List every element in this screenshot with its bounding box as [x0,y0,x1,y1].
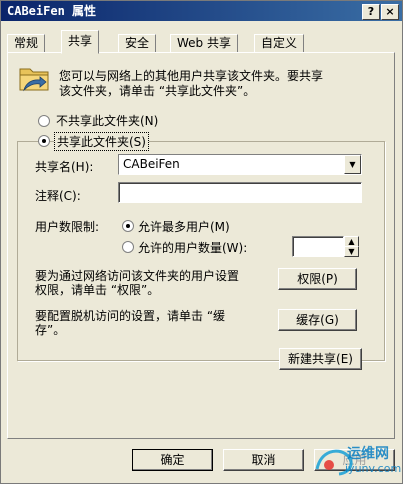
radio-allowed-users[interactable] [122,241,134,253]
watermark-text-2: iyunv.com [345,462,402,475]
tab-sharing[interactable]: 共享 [61,30,100,54]
radio-share[interactable] [38,135,50,147]
share-name-select[interactable]: CABeiFen ▼ [118,154,362,175]
properties-dialog: CABeiFen 属性 ? × 常规 共享 安全 Web 共享 自定义 您可以与… [0,0,403,484]
chevron-down-icon[interactable]: ▼ [344,155,361,174]
user-count-input[interactable] [292,236,344,257]
allowed-users-label[interactable]: 允许的用户数量(W): [138,239,247,256]
permission-text-2: 权限，请单击 “权限”。 [35,283,160,297]
radio-max-users-dot [126,224,130,228]
new-share-button[interactable]: 新建共享(E) [279,348,362,370]
radio-max-users[interactable] [122,220,134,232]
caching-button[interactable]: 缓存(G) [278,309,357,331]
permissions-button[interactable]: 权限(P) [278,268,357,290]
intro-line-2: 该文件夹，请单击 “共享此文件夹”。 [59,84,256,98]
share-name-value: CABeiFen [123,157,180,171]
tab-general[interactable]: 常规 [7,34,46,53]
radio-share-dot [42,139,46,143]
user-limit-label: 用户数限制: [35,220,100,234]
window-title: CABeiFen 属性 [7,4,97,18]
comment-input[interactable] [118,182,362,203]
tab-web-sharing[interactable]: Web 共享 [170,34,238,53]
sharing-panel: 您可以与网络上的其他用户共享该文件夹。要共享 该文件夹，请单击 “共享此文件夹”… [7,52,395,439]
tab-security[interactable]: 安全 [118,34,157,53]
shared-folder-icon [19,68,49,92]
watermark-text-1: 运维网 [347,446,389,462]
cancel-button[interactable]: 取消 [223,449,304,471]
close-button[interactable]: × [381,4,399,20]
help-button[interactable]: ? [362,4,380,20]
max-users-label[interactable]: 允许最多用户(M) [138,218,230,235]
spinner-down-icon[interactable]: ▼ [344,246,359,257]
caching-text-2: 存”。 [35,323,66,337]
share-name-label: 共享名(H): [35,160,94,174]
not-share-label[interactable]: 不共享此文件夹(N) [56,112,158,129]
tab-customize[interactable]: 自定义 [254,34,305,53]
ok-button[interactable]: 确定 [132,449,213,471]
title-bar[interactable]: CABeiFen 属性 ? × [1,1,402,21]
share-label[interactable]: 共享此文件夹(S) [54,132,149,151]
radio-not-share[interactable] [38,115,50,127]
comment-label: 注释(C): [35,189,81,203]
